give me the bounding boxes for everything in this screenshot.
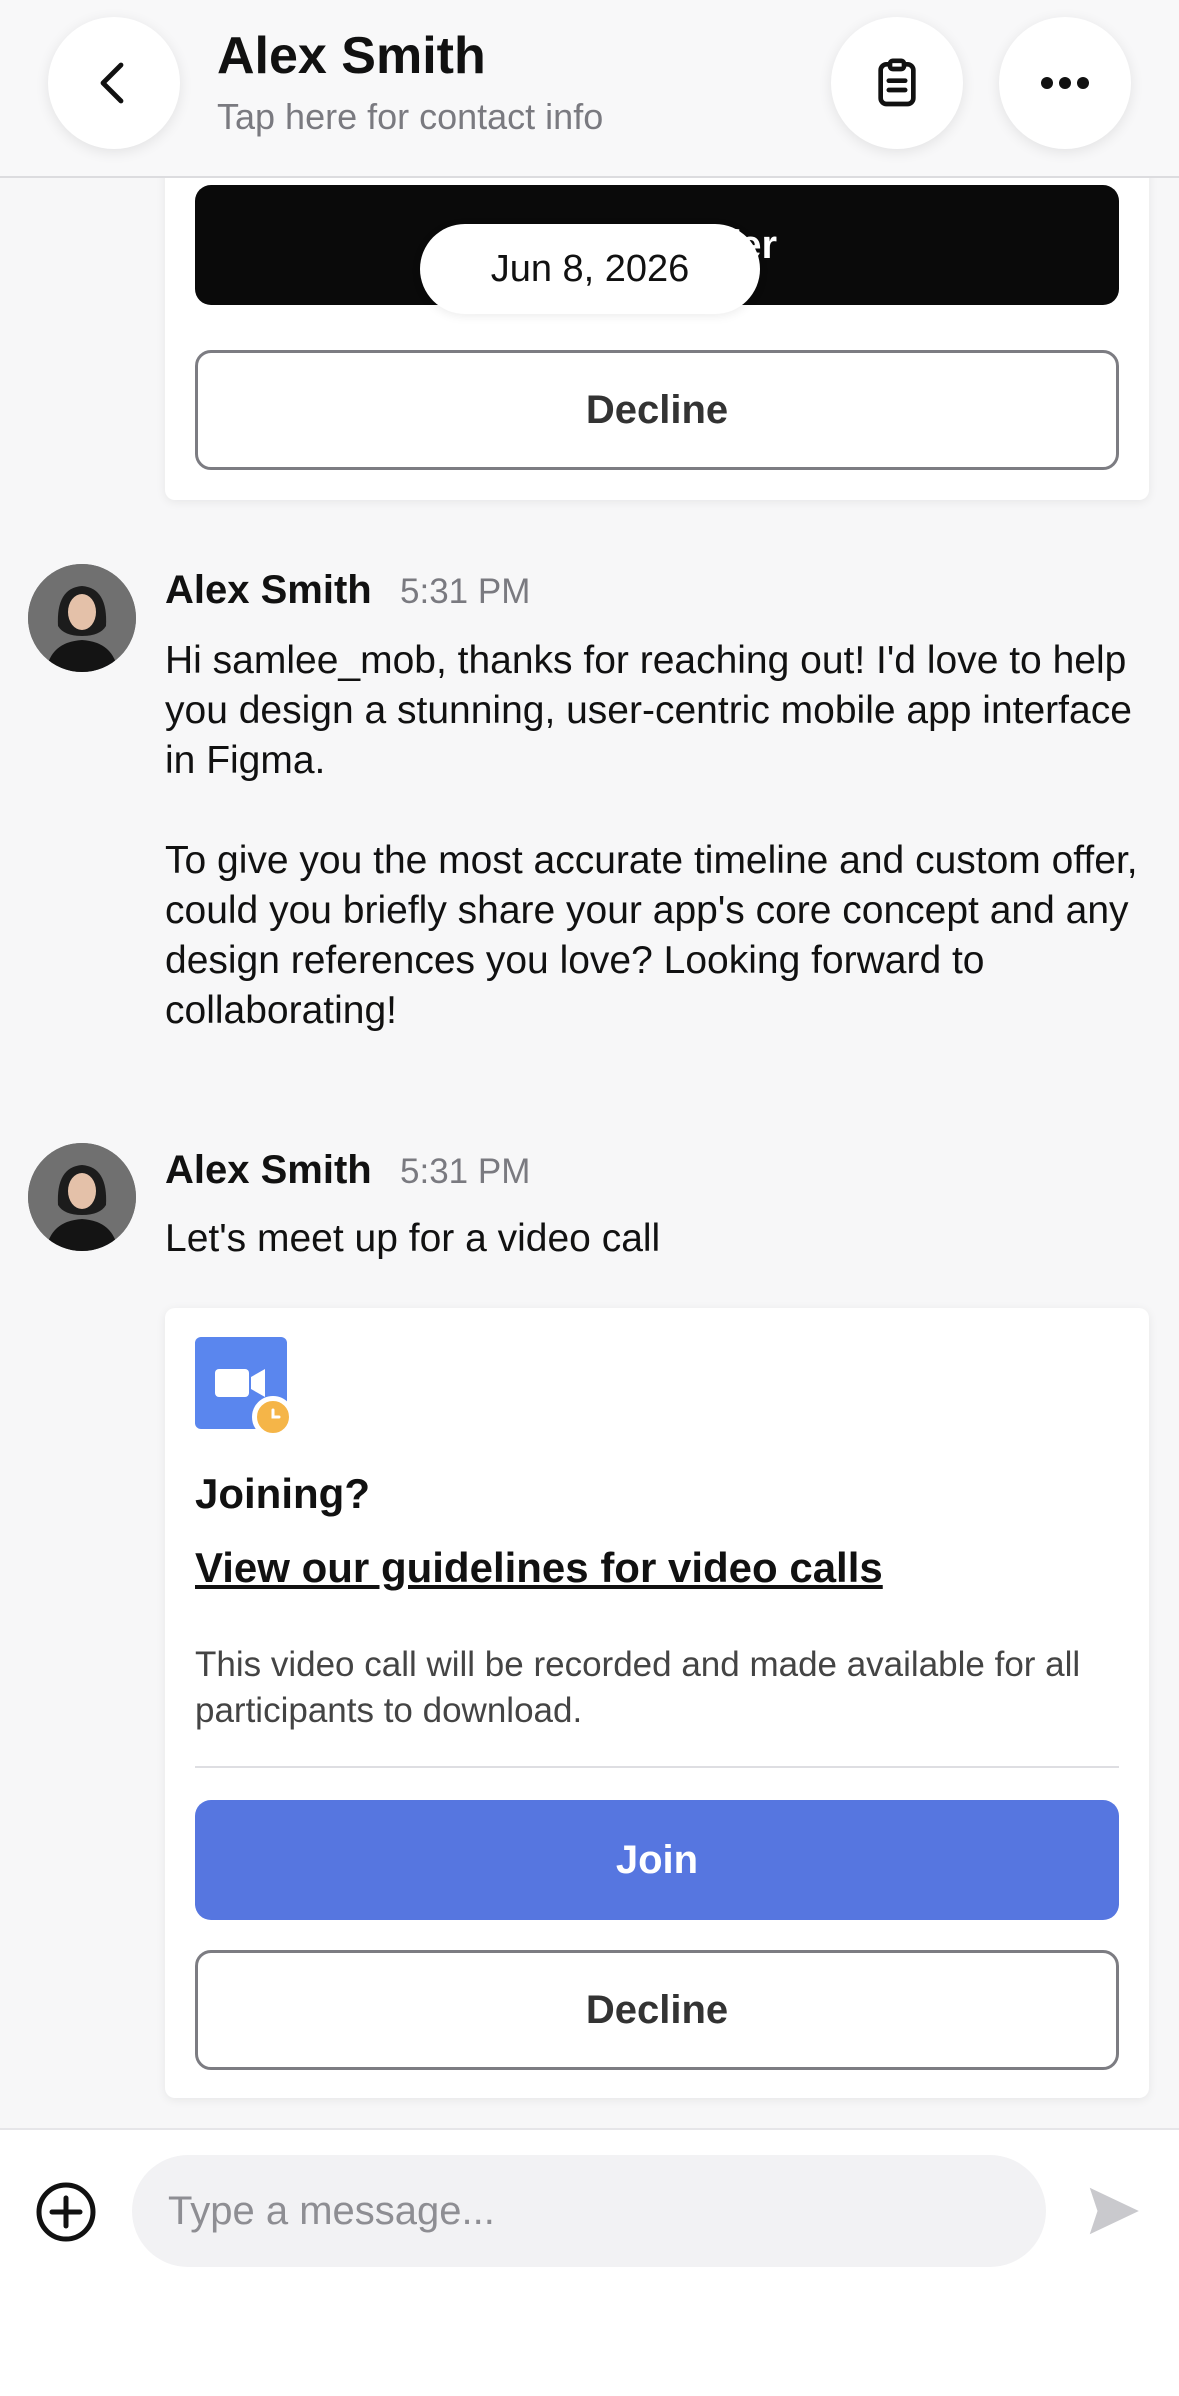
send-button[interactable] (1082, 2180, 1144, 2242)
chevron-left-icon (100, 62, 124, 104)
notes-button[interactable] (831, 17, 963, 149)
video-call-guidelines-link[interactable]: View our guidelines for video calls (195, 1544, 883, 1592)
message-sender: Alex Smith (165, 1148, 372, 1192)
message-text: Let's meet up for a video call (165, 1217, 661, 1260)
clipboard-icon (878, 58, 916, 107)
message-input[interactable] (132, 2155, 1046, 2267)
message-time: 5:31 PM (400, 572, 531, 611)
back-button[interactable] (48, 17, 180, 149)
chat-screen: Alex Smith Tap here for contact info Acc… (0, 0, 1179, 2396)
add-attachment-button[interactable] (34, 2180, 98, 2244)
chat-header[interactable]: Alex Smith Tap here for contact info (0, 0, 1179, 178)
divider (195, 1766, 1119, 1768)
avatar-photo (28, 1143, 136, 1251)
call-recording-note: This video call will be recorded and mad… (195, 1645, 1081, 1730)
decline-call-button[interactable]: Decline (195, 1950, 1119, 2070)
call-card-title: Joining? (195, 1470, 370, 1517)
date-separator: Jun 8, 2026 (420, 224, 760, 314)
message-text: Hi samlee_mob, thanks for reaching out! … (165, 636, 1155, 1036)
ellipsis-icon (1041, 77, 1089, 89)
message-paragraph: Hi samlee_mob, thanks for reaching out! … (165, 639, 1132, 782)
decline-offer-button[interactable]: Decline (195, 350, 1119, 470)
avatar[interactable] (28, 1143, 136, 1251)
message-paragraph: To give you the most accurate timeline a… (165, 839, 1138, 1032)
message-time: 5:31 PM (400, 1152, 531, 1191)
plus-circle-icon (36, 2182, 96, 2242)
more-options-button[interactable] (999, 17, 1131, 149)
contact-name[interactable]: Alex Smith (217, 26, 486, 86)
contact-info-hint[interactable]: Tap here for contact info (217, 96, 603, 138)
clock-icon (252, 1396, 294, 1438)
join-call-button[interactable]: Join (195, 1800, 1119, 1920)
message-sender: Alex Smith (165, 568, 372, 612)
avatar-photo (28, 564, 136, 672)
send-icon (1089, 2187, 1139, 2235)
avatar[interactable] (28, 564, 136, 672)
